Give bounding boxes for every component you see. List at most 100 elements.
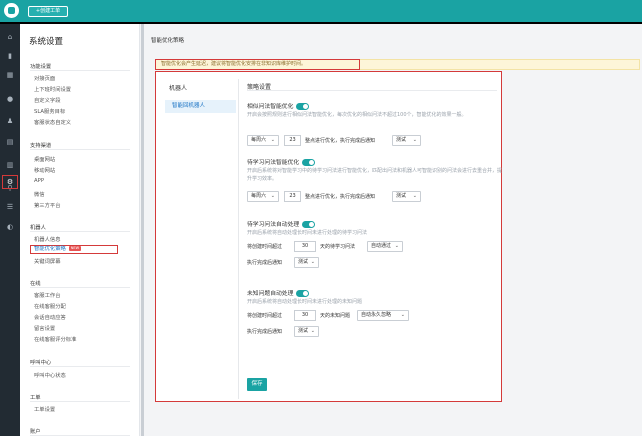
notify-label: 执行完成后通知 bbox=[247, 329, 283, 335]
notice-highlight bbox=[155, 59, 360, 70]
nav-item[interactable]: 呼叫中心状态 bbox=[34, 371, 66, 379]
chevron-down-icon: ⌄ bbox=[310, 259, 315, 265]
chevron-down-icon: ⌄ bbox=[310, 328, 315, 334]
book-icon[interactable]: ▤ bbox=[5, 137, 15, 147]
weekday-select[interactable]: 每周六 ⌄ bbox=[247, 191, 279, 202]
nav-item[interactable]: 在线客服分配 bbox=[34, 302, 66, 310]
nav-section-ticket: 工单 bbox=[30, 395, 127, 402]
notify-value: 测试 bbox=[396, 137, 407, 143]
weekday-value: 每周六 bbox=[251, 137, 267, 143]
nav-item[interactable]: 第三方平台 bbox=[34, 201, 61, 209]
nav-item[interactable]: 会话自动应答 bbox=[34, 313, 66, 321]
hour-input[interactable]: 23 bbox=[284, 191, 301, 202]
rule-prefix: 将创建时间超过 bbox=[247, 313, 283, 319]
chevron-down-icon: ⌄ bbox=[270, 137, 275, 143]
nav-item-label: 智能优化策略 bbox=[34, 246, 66, 252]
chevron-down-icon: ⌄ bbox=[394, 243, 399, 249]
app-logo[interactable] bbox=[4, 3, 19, 18]
notify-select[interactable]: 测试 ⌄ bbox=[392, 135, 421, 146]
notify-value: 测试 bbox=[298, 328, 309, 334]
weekday-select[interactable]: 每周六 ⌄ bbox=[247, 135, 279, 146]
block-title-text: 未知问题自动处理 bbox=[247, 291, 294, 297]
nav-item[interactable]: 移动网站 bbox=[34, 166, 55, 174]
new-badge: NEW bbox=[68, 246, 82, 251]
action-value: 自动通过 bbox=[371, 243, 392, 249]
settings-nav: 系统设置 功能设置 对接页面 上下班时间设置 自定义字段 SLA服务目标 客服状… bbox=[20, 24, 140, 436]
notify-select[interactable]: 测试 ⌄ bbox=[294, 257, 319, 268]
notify-select[interactable]: 测试 ⌄ bbox=[392, 191, 421, 202]
nav-item[interactable]: APP bbox=[34, 178, 44, 184]
user-icon[interactable]: ● bbox=[5, 94, 15, 104]
action-select[interactable]: 自动通过 ⌄ bbox=[367, 241, 403, 252]
block-title-text: 待学习问法智能优化 bbox=[247, 160, 300, 166]
nav-section-robot: 机器人 bbox=[30, 225, 130, 232]
toggle-icon[interactable]: ◐ bbox=[5, 222, 15, 232]
settings-icon[interactable]: ⚙ bbox=[2, 175, 18, 189]
nav-item[interactable]: 留言设置 bbox=[34, 324, 55, 332]
hour-input[interactable]: 23 bbox=[284, 135, 301, 146]
inner-nav: 机器人 智能回机器人 bbox=[162, 79, 239, 399]
chevron-down-icon: ⌄ bbox=[400, 312, 405, 318]
enable-toggle[interactable] bbox=[296, 290, 310, 297]
page-title: 智能优化策略 bbox=[151, 38, 185, 44]
chart-icon[interactable]: ▥ bbox=[5, 160, 15, 170]
home-icon[interactable]: ⌂ bbox=[5, 32, 15, 42]
list-icon[interactable]: ☰ bbox=[5, 202, 15, 212]
save-button[interactable]: 保存 bbox=[247, 378, 267, 391]
schedule-label: 整点进行优化，执行完成后通知 bbox=[305, 138, 376, 144]
chevron-down-icon: ⌄ bbox=[412, 137, 417, 143]
nav-item-smart-optimize[interactable]: 智能优化策略 NEW bbox=[30, 245, 118, 254]
weekday-value: 每周六 bbox=[251, 193, 267, 199]
nav-item[interactable]: 客服状态自定义 bbox=[34, 118, 71, 126]
rule-label: 天的待学习问法 bbox=[320, 244, 356, 250]
chevron-down-icon: ⌄ bbox=[412, 193, 417, 199]
nav-section-online: 在线 bbox=[30, 281, 127, 288]
enable-toggle[interactable] bbox=[302, 159, 316, 166]
block-title: 相似问法智能优化 bbox=[247, 101, 310, 110]
nav-section-channels: 支持渠道 bbox=[30, 143, 131, 150]
block-description: 开启后系统将自动处理长时间未进行处理的未知问题 bbox=[247, 299, 363, 305]
nav-item[interactable]: 上下班时间设置 bbox=[34, 85, 71, 93]
top-bar: +创建工单 bbox=[0, 0, 642, 22]
settings-card: 机器人 智能回机器人 策略设置 相似问法智能优化 开启会按照规则进行相似问法智能… bbox=[155, 71, 502, 402]
nav-item[interactable]: 在线客服评分标准 bbox=[34, 335, 76, 343]
block-title: 未知问题自动处理 bbox=[247, 288, 310, 297]
days-input[interactable]: 30 bbox=[294, 241, 316, 252]
action-value: 自动永久忽略 bbox=[361, 312, 392, 318]
notify-value: 测试 bbox=[396, 193, 407, 199]
grid-icon[interactable]: ▦ bbox=[5, 70, 15, 80]
enable-toggle[interactable] bbox=[296, 103, 310, 110]
nav-item[interactable]: 工单设置 bbox=[34, 405, 55, 413]
block-title: 待学习问法智能优化 bbox=[247, 157, 316, 166]
notify-select[interactable]: 测试 ⌄ bbox=[294, 326, 319, 337]
block-description: 开启会按照规则进行相似问法智能优化，每次优化的相似问法不超过100个，智能优化的… bbox=[247, 112, 467, 118]
create-ticket-button[interactable]: +创建工单 bbox=[28, 6, 68, 17]
nav-section-callcenter: 呼叫中心 bbox=[30, 360, 131, 367]
notify-value: 测试 bbox=[298, 259, 309, 265]
nav-item[interactable]: 客服工作台 bbox=[34, 291, 61, 299]
rule-prefix: 将创建时间超过 bbox=[247, 244, 283, 250]
inner-nav-item-smart-robot[interactable]: 智能回机器人 bbox=[165, 100, 236, 113]
inner-nav-title: 机器人 bbox=[169, 85, 188, 92]
nav-item[interactable]: 对接页面 bbox=[34, 74, 55, 82]
nav-section-function: 功能设置 bbox=[30, 64, 131, 71]
nav-item[interactable]: 关键词屏幕 bbox=[34, 257, 61, 265]
block-title: 待学习问法自动处理 bbox=[247, 219, 316, 228]
block-description: 开启后系统将对智能学习中的待学习问法进行智能优化，匹配出问法和机器人可智能识别的… bbox=[247, 168, 503, 182]
users-icon[interactable]: ♟ bbox=[5, 116, 15, 126]
block-description: 开启后系统将自动处理长时间未进行处理的待学习问法 bbox=[247, 230, 368, 236]
days-input[interactable]: 30 bbox=[294, 310, 316, 321]
schedule-label: 整点进行优化，执行完成后通知 bbox=[305, 194, 376, 200]
block-title-text: 相似问法智能优化 bbox=[247, 104, 294, 110]
nav-title: 系统设置 bbox=[29, 37, 64, 47]
nav-item[interactable]: SLA服务目标 bbox=[34, 107, 65, 115]
nav-item[interactable]: 自定义字段 bbox=[34, 96, 61, 104]
nav-item[interactable]: 机器人信息 bbox=[34, 235, 61, 243]
block-title-text: 待学习问法自动处理 bbox=[247, 222, 300, 228]
nav-item[interactable]: 桌面网站 bbox=[34, 155, 55, 163]
ticket-icon[interactable]: ▮ bbox=[5, 51, 15, 61]
nav-item[interactable]: 微信 bbox=[34, 190, 45, 198]
enable-toggle[interactable] bbox=[302, 221, 316, 228]
action-select[interactable]: 自动永久忽略 ⌄ bbox=[357, 310, 409, 321]
divider bbox=[247, 90, 497, 91]
